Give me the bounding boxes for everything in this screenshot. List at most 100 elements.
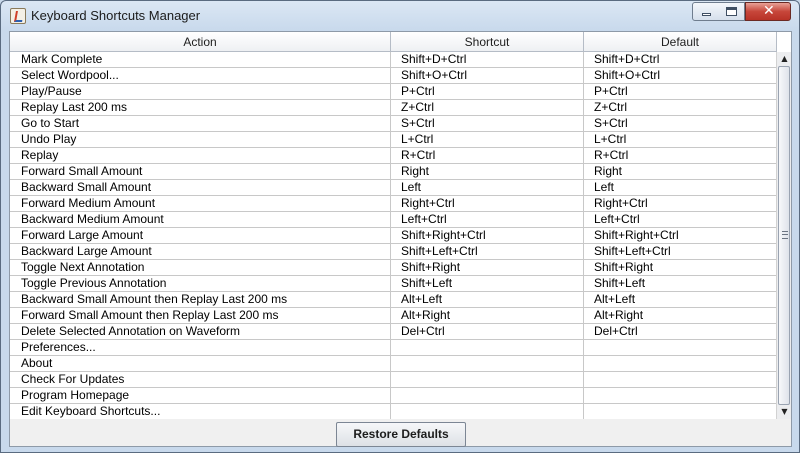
minimize-icon: [702, 13, 711, 16]
action-cell: Program Homepage: [10, 388, 391, 404]
table-row[interactable]: Backward Small Amount then Replay Last 2…: [10, 292, 777, 308]
default-cell: Z+Ctrl: [584, 100, 777, 116]
title-bar[interactable]: Keyboard Shortcuts Manager ✕: [1, 1, 799, 31]
action-cell: Mark Complete: [10, 52, 391, 68]
table-row[interactable]: Play/Pause P+Ctrl P+Ctrl: [10, 84, 777, 100]
column-header-default[interactable]: Default: [584, 32, 777, 52]
maximize-icon: [726, 7, 737, 16]
table-row[interactable]: Delete Selected Annotation on Waveform De…: [10, 324, 777, 340]
shortcut-cell[interactable]: S+Ctrl: [391, 116, 584, 132]
default-cell: Shift+Left: [584, 276, 777, 292]
default-cell: Shift+Left+Ctrl: [584, 244, 777, 260]
table-header: Action Shortcut Default: [10, 32, 777, 52]
default-cell: Left+Ctrl: [584, 212, 777, 228]
shortcut-cell[interactable]: Alt+Left: [391, 292, 584, 308]
default-cell: Right: [584, 164, 777, 180]
default-cell: Right+Ctrl: [584, 196, 777, 212]
default-cell: [584, 388, 777, 404]
shortcut-cell[interactable]: [391, 404, 584, 419]
table-row[interactable]: Go to Start S+Ctrl S+Ctrl: [10, 116, 777, 132]
table-row[interactable]: Toggle Next Annotation Shift+Right Shift+R…: [10, 260, 777, 276]
shortcut-cell[interactable]: Shift+D+Ctrl: [391, 52, 584, 68]
shortcut-cell[interactable]: [391, 372, 584, 388]
column-header-shortcut[interactable]: Shortcut: [391, 32, 584, 52]
shortcut-cell[interactable]: Shift+Left: [391, 276, 584, 292]
default-cell: Shift+O+Ctrl: [584, 68, 777, 84]
scroll-down-arrow-icon[interactable]: ▼: [777, 405, 791, 419]
shortcut-cell[interactable]: R+Ctrl: [391, 148, 584, 164]
table-row[interactable]: Select Wordpool... Shift+O+Ctrl Shift+O+Ct…: [10, 68, 777, 84]
action-cell: Check For Updates: [10, 372, 391, 388]
table-row[interactable]: Backward Medium Amount Left+Ctrl Left+Ctrl: [10, 212, 777, 228]
default-cell: Alt+Left: [584, 292, 777, 308]
shortcut-cell[interactable]: [391, 356, 584, 372]
shortcut-cell[interactable]: Shift+Right+Ctrl: [391, 228, 584, 244]
action-cell: Forward Medium Amount: [10, 196, 391, 212]
shortcuts-table: Action Shortcut Default Mark Complete Shi…: [10, 32, 791, 419]
table-row[interactable]: Replay R+Ctrl R+Ctrl: [10, 148, 777, 164]
action-cell: Preferences...: [10, 340, 391, 356]
table-row[interactable]: Forward Large Amount Shift+Right+Ctrl Shif…: [10, 228, 777, 244]
close-button[interactable]: ✕: [745, 2, 791, 21]
close-icon: ✕: [763, 3, 775, 19]
shortcut-cell[interactable]: Right+Ctrl: [391, 196, 584, 212]
default-cell: P+Ctrl: [584, 84, 777, 100]
action-cell: Play/Pause: [10, 84, 391, 100]
minimize-button[interactable]: [692, 2, 719, 21]
action-cell: Backward Small Amount: [10, 180, 391, 196]
shortcut-cell[interactable]: Del+Ctrl: [391, 324, 584, 340]
shortcut-cell[interactable]: [391, 388, 584, 404]
table-row[interactable]: Replay Last 200 ms Z+Ctrl Z+Ctrl: [10, 100, 777, 116]
shortcut-cell[interactable]: L+Ctrl: [391, 132, 584, 148]
action-cell: Toggle Previous Annotation: [10, 276, 391, 292]
table-row[interactable]: Forward Medium Amount Right+Ctrl Right+Ctr…: [10, 196, 777, 212]
table-row[interactable]: Mark Complete Shift+D+Ctrl Shift+D+Ctrl: [10, 52, 777, 68]
shortcut-cell[interactable]: Right: [391, 164, 584, 180]
table-body: Mark Complete Shift+D+Ctrl Shift+D+Ctrl Sel…: [10, 52, 777, 419]
table-row[interactable]: About: [10, 356, 777, 372]
default-cell: Shift+D+Ctrl: [584, 52, 777, 68]
table-row[interactable]: Forward Small Amount Right Right: [10, 164, 777, 180]
default-cell: S+Ctrl: [584, 116, 777, 132]
default-cell: [584, 340, 777, 356]
shortcut-cell[interactable]: Z+Ctrl: [391, 100, 584, 116]
action-cell: Replay: [10, 148, 391, 164]
default-cell: [584, 356, 777, 372]
shortcut-cell[interactable]: Shift+O+Ctrl: [391, 68, 584, 84]
action-cell: Forward Small Amount: [10, 164, 391, 180]
table-row[interactable]: Undo Play L+Ctrl L+Ctrl: [10, 132, 777, 148]
action-cell: Delete Selected Annotation on Waveform: [10, 324, 391, 340]
scrollbar-thumb[interactable]: [778, 66, 790, 405]
default-cell: Shift+Right+Ctrl: [584, 228, 777, 244]
maximize-button[interactable]: [718, 2, 745, 21]
default-cell: L+Ctrl: [584, 132, 777, 148]
shortcut-cell[interactable]: Left: [391, 180, 584, 196]
shortcut-cell[interactable]: Alt+Right: [391, 308, 584, 324]
shortcut-cell[interactable]: Left+Ctrl: [391, 212, 584, 228]
table-row[interactable]: Program Homepage: [10, 388, 777, 404]
vertical-scrollbar[interactable]: ▲ ▼: [776, 52, 791, 419]
default-cell: [584, 372, 777, 388]
restore-defaults-button[interactable]: Restore Defaults: [336, 422, 466, 447]
table-row[interactable]: Backward Large Amount Shift+Left+Ctrl Shif…: [10, 244, 777, 260]
shortcut-cell[interactable]: [391, 340, 584, 356]
shortcut-cell[interactable]: P+Ctrl: [391, 84, 584, 100]
default-cell: Shift+Right: [584, 260, 777, 276]
scroll-up-arrow-icon[interactable]: ▲: [777, 52, 791, 66]
scroll-grip-icon: [782, 231, 788, 239]
window-title: Keyboard Shortcuts Manager: [31, 8, 201, 23]
java-app-icon: [10, 8, 26, 24]
table-row[interactable]: Edit Keyboard Shortcuts...: [10, 404, 777, 419]
action-cell: Select Wordpool...: [10, 68, 391, 84]
table-row[interactable]: Check For Updates: [10, 372, 777, 388]
table-row[interactable]: Forward Small Amount then Replay Last 20…: [10, 308, 777, 324]
action-cell: About: [10, 356, 391, 372]
table-row[interactable]: Preferences...: [10, 340, 777, 356]
shortcut-cell[interactable]: Shift+Right: [391, 260, 584, 276]
column-header-action[interactable]: Action: [10, 32, 391, 52]
action-cell: Backward Small Amount then Replay Last 2…: [10, 292, 391, 308]
table-row[interactable]: Toggle Previous Annotation Shift+Left Shif…: [10, 276, 777, 292]
default-cell: Del+Ctrl: [584, 324, 777, 340]
table-row[interactable]: Backward Small Amount Left Left: [10, 180, 777, 196]
shortcut-cell[interactable]: Shift+Left+Ctrl: [391, 244, 584, 260]
